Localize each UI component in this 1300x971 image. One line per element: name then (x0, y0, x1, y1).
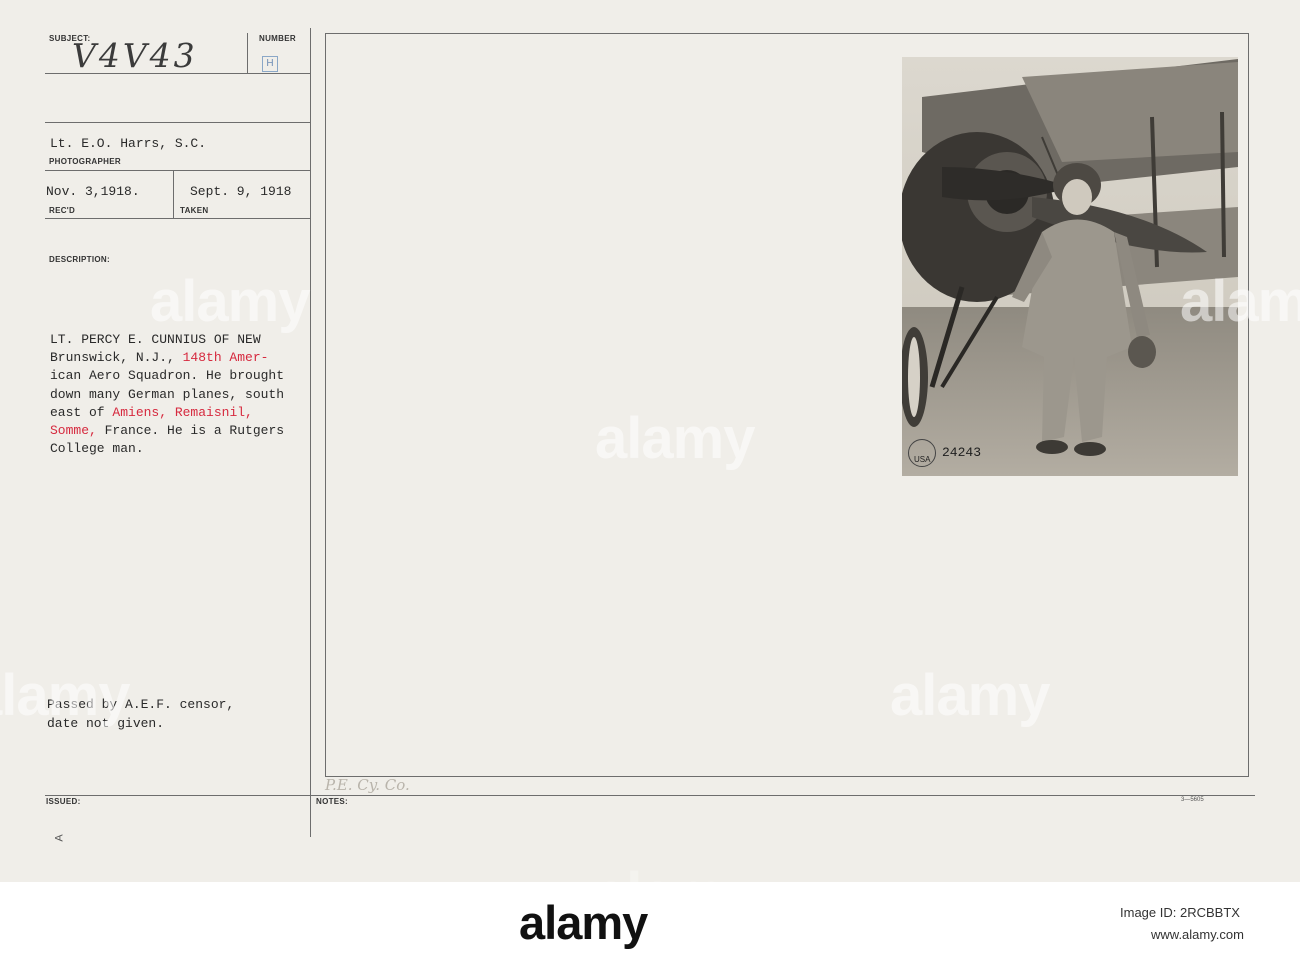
watermark: alamy (595, 406, 755, 471)
issued-label: ISSUED: (46, 797, 81, 806)
number-stamp: H (262, 56, 278, 72)
description-text: LT. PERCY E. CUNNIUS OF NEW Brunswick, N.… (50, 331, 350, 458)
description-text-segment: College man. (50, 441, 144, 457)
description-label: DESCRIPTION: (49, 255, 110, 264)
footer-bar (0, 882, 1300, 971)
date-divider (173, 170, 174, 218)
description-text-segment: east of (50, 404, 113, 420)
description-line: down many German planes, south (50, 386, 350, 404)
footer-rule (45, 795, 1255, 796)
watermark: alamy (890, 663, 1050, 728)
header-rule-2 (45, 170, 310, 171)
alamy-logo[interactable]: alamy (519, 895, 648, 950)
photographer-label: PHOTOGRAPHER (49, 157, 121, 166)
highlighted-text: 148th Amer- (182, 350, 269, 366)
highlighted-text: Amiens, Remaisnil, (112, 404, 253, 420)
form-number: 3—5605 (1181, 797, 1204, 803)
description-text-segment: ican Aero Squadron. He brought (50, 368, 285, 384)
description-line: east of Amiens, Remaisnil, (50, 404, 350, 422)
aviator-photograph: USA 24243 (902, 57, 1238, 476)
photo-stamp-number: 24243 (942, 445, 982, 460)
description-line: ican Aero Squadron. He brought (50, 367, 350, 385)
received-date: Nov. 3,1918. (46, 184, 140, 199)
taken-date: Sept. 9, 1918 (190, 184, 292, 199)
watermark: alamy (0, 663, 130, 728)
description-text-segment: France. He is a Rutgers (96, 423, 285, 439)
notes-handwriting: P.E. Cy. Co. (325, 776, 410, 794)
issued-marker: A (53, 834, 66, 842)
stamp-usa-text: USA (914, 455, 931, 464)
photographer-name: Lt. E.O. Harrs, S.C. (50, 136, 207, 151)
archive-record-card: SUBJECT: V4V43 NUMBER H Lt. E.O. Harrs, … (0, 0, 1300, 926)
header-rule-1 (45, 122, 310, 123)
notes-label: NOTES: (316, 797, 349, 806)
description-line: Somme, France. He is a Rutgers (50, 422, 350, 440)
highlighted-text: Somme, (50, 423, 97, 439)
number-label: NUMBER (259, 34, 296, 43)
image-id: Image ID: 2RCBBTX (1120, 905, 1240, 920)
taken-label: TAKEN (180, 206, 209, 215)
subject-number-handwritten: V4V43 (72, 36, 198, 75)
site-url[interactable]: www.alamy.com (1151, 927, 1244, 942)
description-text-segment: down many German planes, south (50, 386, 285, 402)
description-line: Brunswick, N.J., 148th Amer- (50, 349, 350, 367)
received-label: REC'D (49, 206, 76, 215)
subject-divider (247, 33, 248, 73)
photo-illustration (902, 57, 1238, 476)
header-rule-3 (45, 218, 310, 219)
description-line: College man. (50, 440, 350, 458)
watermark: alamy (150, 269, 310, 334)
description-text-segment: Brunswick, N.J., (50, 350, 183, 366)
watermark: alamy (1180, 269, 1300, 334)
